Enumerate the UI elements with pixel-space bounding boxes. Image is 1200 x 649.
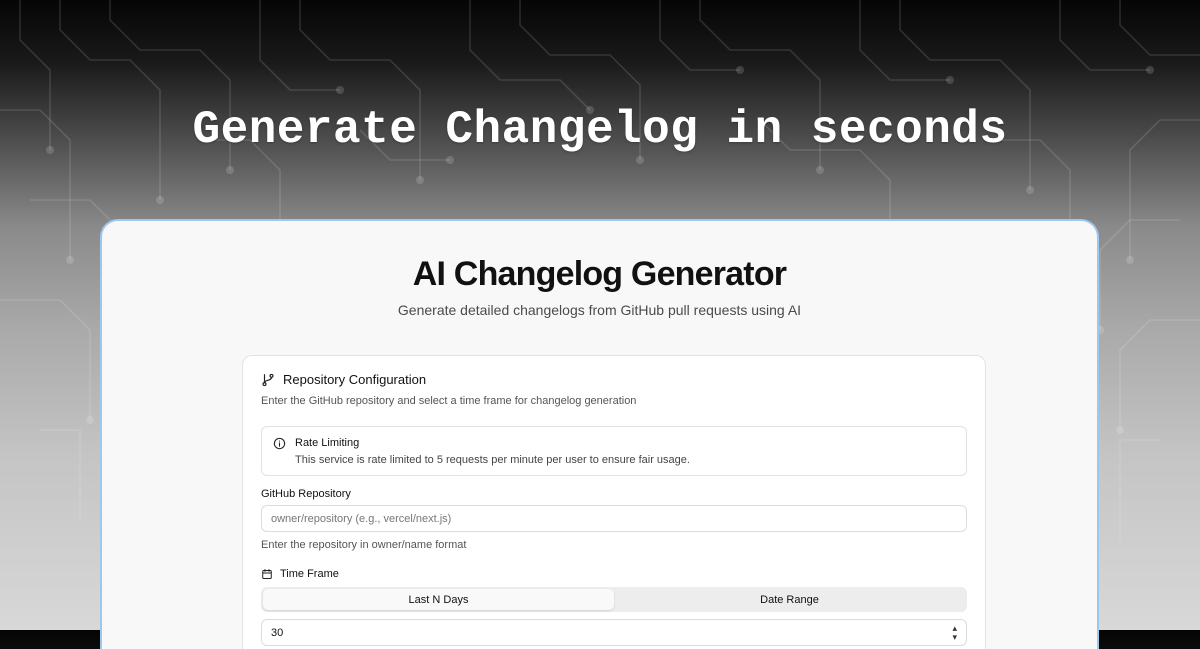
card-description: Enter the GitHub repository and select a…	[261, 395, 637, 407]
card-header: Repository Configuration	[261, 372, 426, 387]
days-input-value: 30	[271, 626, 284, 639]
tab-date-range[interactable]: Date Range	[614, 589, 965, 610]
days-input[interactable]: 30 ▴ ▾	[261, 619, 967, 646]
git-branch-icon	[262, 373, 274, 386]
card-title: Repository Configuration	[283, 372, 427, 387]
app-title: AI Changelog Generator	[412, 255, 787, 293]
info-icon	[273, 437, 286, 450]
alert-title: Rate Limiting	[295, 437, 360, 449]
time-frame-tabs: Last N Days Date Range	[261, 587, 967, 612]
time-frame-label-row: Time Frame	[261, 568, 339, 580]
repo-input[interactable]	[261, 505, 967, 532]
alert-text: This service is rate limited to 5 reques…	[295, 454, 690, 466]
tab-last-n-days[interactable]: Last N Days	[263, 589, 614, 610]
hero-headline: Generate Changelog in seconds	[192, 104, 1008, 156]
app-window: AI Changelog Generator Generate detailed…	[100, 219, 1099, 649]
app-subtitle: Generate detailed changelogs from GitHub…	[397, 302, 802, 318]
calendar-icon	[262, 569, 272, 579]
time-frame-label: Time Frame	[280, 568, 339, 580]
repo-field-label: GitHub Repository	[261, 488, 351, 500]
repo-field-hint: Enter the repository in owner/name forma…	[261, 539, 467, 551]
stepper-icon[interactable]: ▴ ▾	[952, 623, 957, 642]
rate-limit-alert: Rate Limiting This service is rate limit…	[261, 426, 967, 476]
repository-configuration-card: Repository Configuration Enter the GitHu…	[242, 355, 986, 649]
